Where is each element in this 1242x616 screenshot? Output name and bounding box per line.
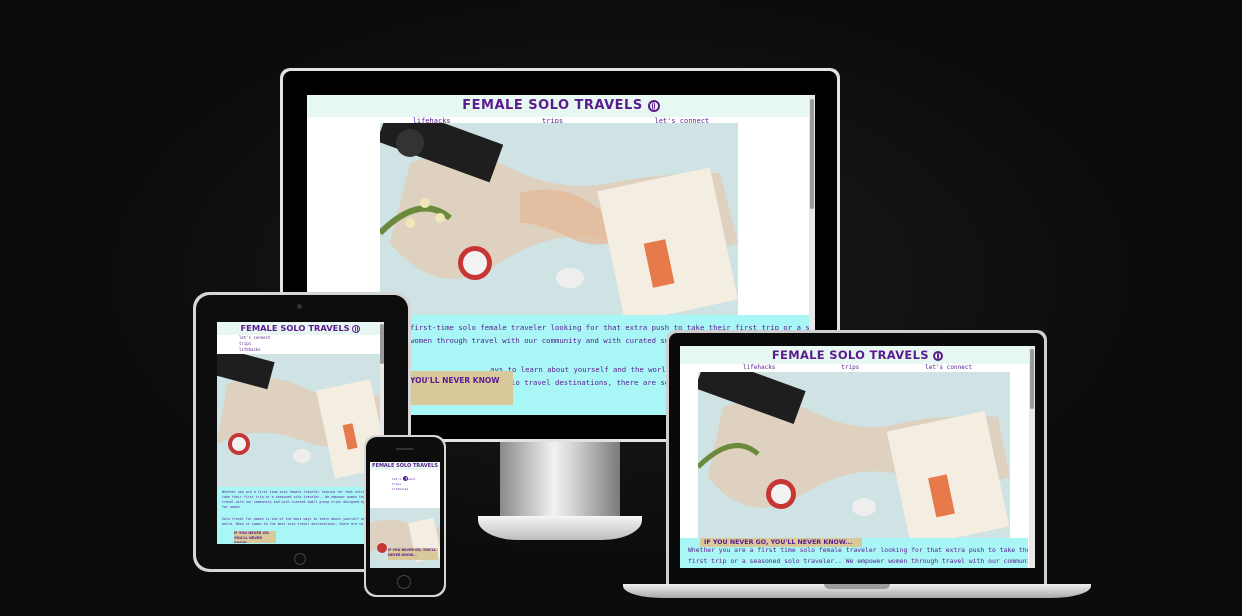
tablet-home-button[interactable] <box>294 553 306 565</box>
globe-icon <box>402 476 408 482</box>
globe-icon <box>647 99 660 112</box>
site-title[interactable]: FEMALE SOLO TRAVELS <box>462 98 642 113</box>
globe-icon <box>352 324 361 333</box>
site-header: FEMALE SOLO TRAVELS <box>680 346 1035 364</box>
hero-map-illustration <box>698 372 1010 542</box>
intro-line-2: first trip or a seasoned solo traveler..… <box>688 557 1028 565</box>
intro-paragraph-1: Whether you are a first time solo female… <box>222 490 381 509</box>
monitor-stand <box>478 440 642 542</box>
globe-row <box>370 470 440 482</box>
laptop-notch <box>824 584 890 589</box>
intro-paragraph-2: Solo travel for women is one of the best… <box>222 517 375 526</box>
nav-trips[interactable]: trips <box>841 364 859 371</box>
site-title[interactable]: FEMALE SOLO TRAVELS <box>241 323 350 333</box>
scrollbar-thumb[interactable] <box>380 324 384 364</box>
laptop-site: FEMALE SOLO TRAVELS lifehacks trips let'… <box>680 346 1035 568</box>
globe-icon <box>933 350 944 361</box>
scrollbar-thumb[interactable] <box>810 99 814 209</box>
tagline-banner: IF YOU NEVER GO, YOU'LL NEVER KNOW... <box>388 548 438 560</box>
site-header: FEMALE SOLO TRAVELS <box>370 462 440 470</box>
nav-lifehacks[interactable]: lifehacks <box>743 364 776 371</box>
site-header: FEMALE SOLO TRAVELS <box>217 322 384 335</box>
scrollbar-thumb[interactable] <box>1030 349 1034 409</box>
tagline-banner: YOU'LL NEVER KNOW <box>408 371 513 405</box>
nav-lifehacks[interactable]: lifehacks <box>239 347 384 353</box>
site-title[interactable]: FEMALE SOLO TRAVELS <box>772 348 929 362</box>
site-header: FEMALE SOLO TRAVELS <box>307 95 815 117</box>
site-title[interactable]: FEMALE SOLO TRAVELS <box>372 463 438 469</box>
tablet-site: FEMALE SOLO TRAVELS let's connect trips … <box>217 322 384 544</box>
phone-site: FEMALE SOLO TRAVELS let's connect trips … <box>370 462 440 568</box>
scrollbar[interactable] <box>1029 346 1035 568</box>
nav-lifehacks[interactable]: lifehacks <box>392 487 440 492</box>
phone-speaker <box>396 448 414 450</box>
tagline-banner: IF YOU NEVER GO, YOU'LL NEVER KNOW... <box>234 531 276 543</box>
site-nav: let's connect trips lifehacks <box>217 335 384 353</box>
tagline-banner: IF YOU NEVER GO, YOU'LL NEVER KNOW... <box>700 538 862 547</box>
hero-map-illustration <box>380 123 738 318</box>
hero-image <box>380 123 738 318</box>
site-nav: lifehacks trips let's connect <box>680 364 1035 371</box>
hero-image <box>698 372 1010 542</box>
phone-home-button[interactable] <box>397 575 411 589</box>
tablet-camera <box>297 304 302 309</box>
hero-image <box>217 354 380 487</box>
hero-map-illustration <box>217 354 380 487</box>
nav-lets-connect[interactable]: let's connect <box>925 364 972 371</box>
